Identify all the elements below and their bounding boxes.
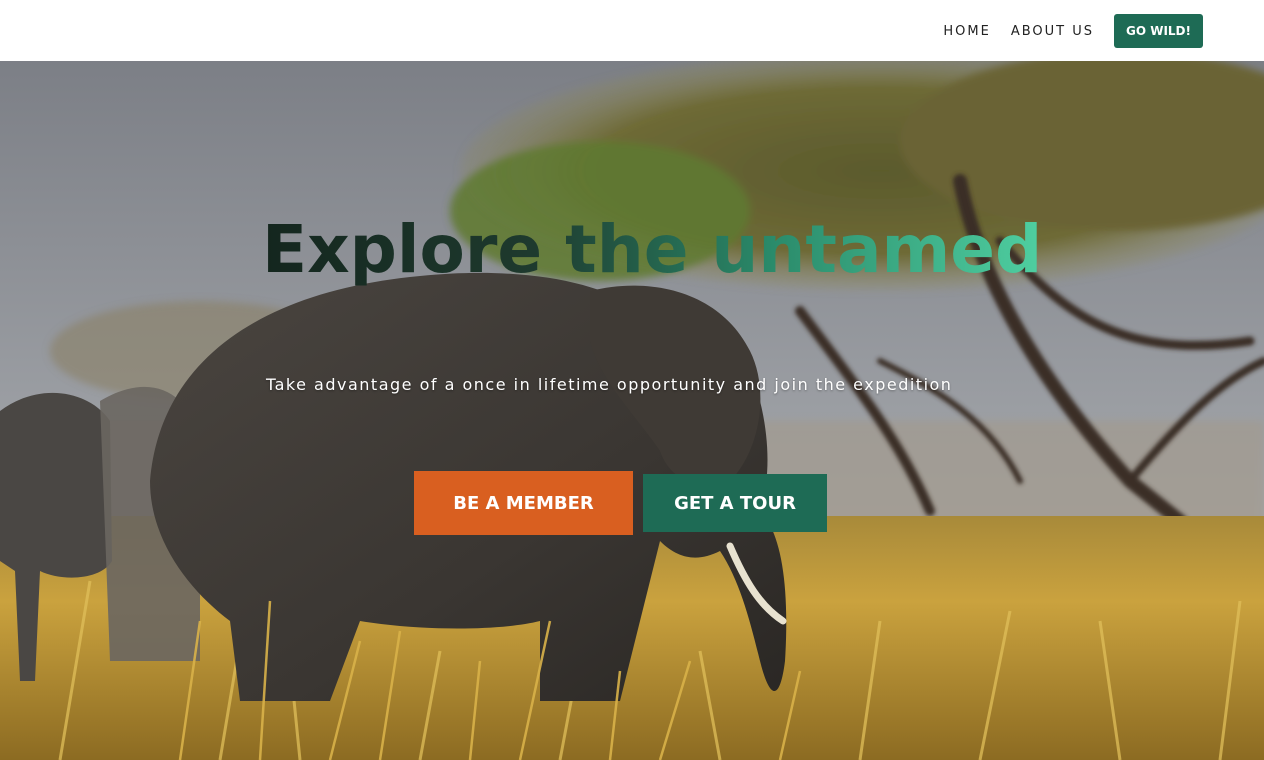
nav-link-about[interactable]: ABOUT US [1011,24,1094,39]
hero-background-image [0,61,1264,760]
top-navbar: HOME ABOUT US GO WILD! [0,0,1264,61]
nav-menu: HOME ABOUT US GO WILD! [943,14,1203,48]
hero-title: Explore the untamed [262,211,1043,288]
hero-section: Explore the untamed Take advantage of a … [0,61,1264,760]
be-a-member-button[interactable]: BE A MEMBER [414,471,633,535]
nav-link-home[interactable]: HOME [943,24,990,39]
hero-subtitle: Take advantage of a once in lifetime opp… [266,375,953,394]
go-wild-button[interactable]: GO WILD! [1113,14,1203,48]
get-a-tour-button[interactable]: GET A TOUR [643,474,827,532]
